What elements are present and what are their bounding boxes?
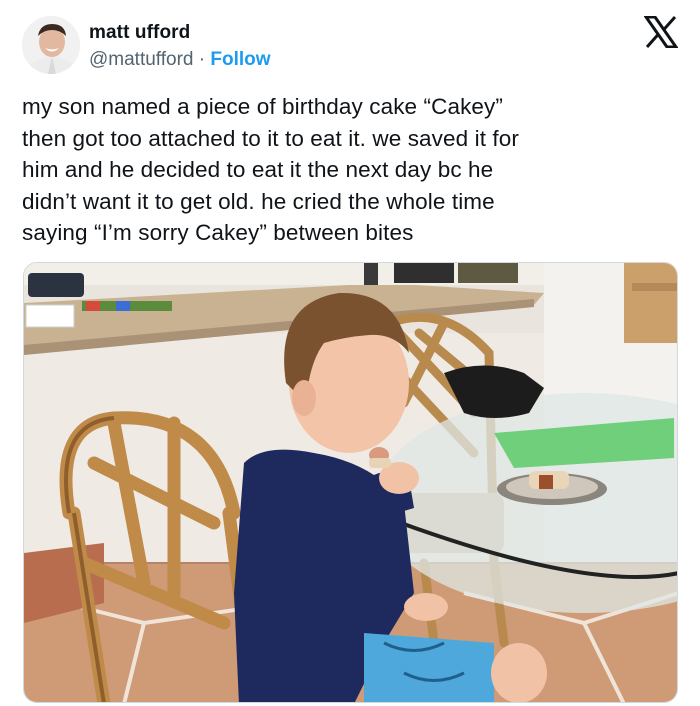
tweet-text: my son named a piece of birthday cake “C… <box>22 94 519 246</box>
author-handle[interactable]: @mattufford <box>89 49 193 70</box>
follow-button[interactable]: Follow <box>210 49 270 70</box>
x-logo-icon[interactable] <box>643 15 679 49</box>
author-avatar[interactable] <box>22 16 80 74</box>
author-handle-row: @mattufford · Follow <box>89 49 271 71</box>
tweet-card: matt ufford @mattufford · Follow my son … <box>0 0 700 706</box>
author-name[interactable]: matt ufford <box>89 22 190 44</box>
tweet-photo[interactable] <box>23 262 678 703</box>
separator-dot: · <box>198 49 206 70</box>
